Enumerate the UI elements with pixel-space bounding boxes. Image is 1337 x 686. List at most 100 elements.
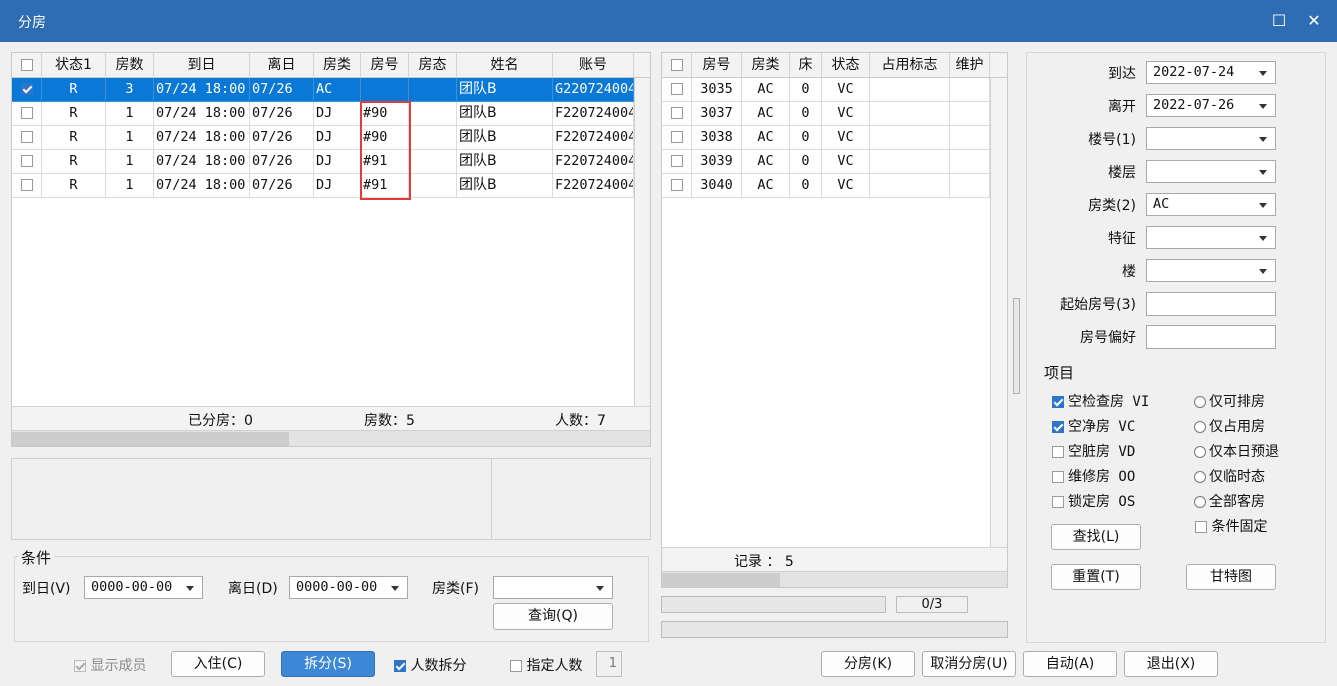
- header-type[interactable]: 房类: [314, 53, 361, 78]
- header-room[interactable]: 房号: [692, 53, 742, 78]
- filter-tower-combo[interactable]: [1146, 259, 1276, 282]
- room-state-checkbox[interactable]: [1052, 446, 1064, 458]
- specify-persons-checkbox[interactable]: [510, 660, 522, 672]
- scroll-thumb[interactable]: [12, 432, 289, 446]
- auto-button[interactable]: 自动(A): [1023, 651, 1117, 677]
- header-depart[interactable]: 离日: [250, 53, 314, 78]
- cancel-assign-button[interactable]: 取消分房(U): [922, 651, 1016, 677]
- room-scope-option[interactable]: 仅临时态: [1194, 466, 1265, 486]
- room-state-option[interactable]: 空脏房 VD: [1052, 441, 1135, 461]
- exit-button[interactable]: 退出(X): [1124, 651, 1218, 677]
- room-state-checkbox[interactable]: [1052, 396, 1064, 408]
- group-reservation-grid[interactable]: 状态1 房数 到日 离日 房类 房号 房态 姓名 账号 R 3 07/24 18:0…: [11, 52, 651, 447]
- split-by-persons-checkbox[interactable]: [394, 660, 406, 672]
- filter-arrive-combo[interactable]: 2022-07-24: [1146, 61, 1276, 84]
- checkin-button[interactable]: 入住(C): [171, 651, 265, 677]
- reset-button[interactable]: 重置(T): [1051, 564, 1141, 590]
- header-room[interactable]: 房号: [361, 53, 409, 78]
- gantt-button[interactable]: 甘特图: [1186, 564, 1276, 590]
- table-row[interactable]: R 1 07/24 18:00 07/26 DJ #90 团队B F220724004: [12, 102, 634, 126]
- header-select-all[interactable]: [12, 53, 42, 78]
- split-by-persons-option[interactable]: 人数拆分: [394, 655, 466, 675]
- filter-floor-combo[interactable]: [1146, 160, 1276, 183]
- row-checkbox[interactable]: [20, 83, 33, 95]
- horizontal-scrollbar[interactable]: [12, 430, 650, 446]
- show-members-checkbox[interactable]: [74, 660, 86, 672]
- radio-button[interactable]: [1194, 446, 1206, 458]
- room-state-option[interactable]: 锁定房 OS: [1052, 491, 1135, 511]
- cond-depart-combo[interactable]: 0000-00-00: [289, 576, 408, 599]
- radio-button[interactable]: [1194, 396, 1206, 408]
- table-row[interactable]: 3037 AC 0 VC: [662, 102, 990, 126]
- room-state-checkbox[interactable]: [1052, 471, 1064, 483]
- cell-select[interactable]: [12, 150, 42, 174]
- header-state[interactable]: 状态: [822, 53, 870, 78]
- fixed-condition-checkbox[interactable]: [1195, 521, 1207, 533]
- header-select-all[interactable]: [662, 53, 692, 78]
- table-row[interactable]: R 1 07/24 18:00 07/26 DJ #91 团队B F220724004: [12, 150, 634, 174]
- radio-button[interactable]: [1194, 421, 1206, 433]
- cell-select[interactable]: [12, 78, 42, 102]
- split-button[interactable]: 拆分(S): [281, 651, 375, 677]
- header-account[interactable]: 账号: [553, 53, 634, 78]
- select-all-checkbox[interactable]: [670, 59, 683, 71]
- persons-input[interactable]: 1: [596, 651, 622, 677]
- horizontal-scrollbar[interactable]: [662, 571, 1007, 587]
- filter-room-pref-input[interactable]: [1146, 325, 1276, 349]
- cell-select[interactable]: [12, 174, 42, 198]
- table-row[interactable]: R 3 07/24 18:00 07/26 AC 团队B G220724004: [12, 78, 634, 102]
- vertical-scrollbar[interactable]: [990, 78, 1007, 548]
- scroll-thumb[interactable]: [662, 573, 780, 587]
- header-arrive[interactable]: 到日: [154, 53, 250, 78]
- table-row[interactable]: 3035 AC 0 VC: [662, 78, 990, 102]
- filter-start-room-input[interactable]: [1146, 292, 1276, 316]
- row-checkbox[interactable]: [670, 83, 683, 95]
- radio-button[interactable]: [1194, 471, 1206, 483]
- cell-select[interactable]: [12, 102, 42, 126]
- room-scope-option[interactable]: 仅本日预退: [1194, 441, 1279, 461]
- header-occupy-flag[interactable]: 占用标志: [870, 53, 950, 78]
- table-row[interactable]: 3040 AC 0 VC: [662, 174, 990, 198]
- header-count[interactable]: 房数: [106, 53, 154, 78]
- header-status[interactable]: 状态1: [42, 53, 106, 78]
- cell-empty[interactable]: [662, 126, 692, 150]
- show-members-option[interactable]: 显示成员: [74, 655, 146, 675]
- room-scope-option[interactable]: 仅占用房: [1194, 416, 1265, 436]
- filter-building-combo[interactable]: [1146, 127, 1276, 150]
- close-button[interactable]: ✕: [1301, 8, 1327, 34]
- cond-type-combo[interactable]: [493, 576, 613, 599]
- table-row[interactable]: 3039 AC 0 VC: [662, 150, 990, 174]
- find-button[interactable]: 查找(L): [1051, 524, 1141, 550]
- filter-feature-combo[interactable]: [1146, 226, 1276, 249]
- maximize-button[interactable]: ☐: [1266, 8, 1292, 34]
- row-checkbox[interactable]: [670, 155, 683, 167]
- header-maintenance[interactable]: 维护: [950, 53, 990, 78]
- room-scope-option[interactable]: 全部客房: [1194, 491, 1265, 511]
- table-row[interactable]: R 1 07/24 18:00 07/26 DJ #90 团队B F220724004: [12, 126, 634, 150]
- row-checkbox[interactable]: [670, 179, 683, 191]
- row-checkbox[interactable]: [670, 107, 683, 119]
- query-button[interactable]: 查询(Q): [493, 603, 613, 630]
- header-type[interactable]: 房类: [742, 53, 790, 78]
- specify-persons-option[interactable]: 指定人数: [510, 655, 582, 675]
- cell-empty[interactable]: [662, 78, 692, 102]
- filter-room-type-combo[interactable]: AC: [1146, 193, 1276, 216]
- cell-select[interactable]: [12, 126, 42, 150]
- room-state-option[interactable]: 空净房 VC: [1052, 416, 1135, 436]
- header-bed[interactable]: 床: [790, 53, 822, 78]
- splitter-handle[interactable]: [1013, 298, 1020, 394]
- header-name[interactable]: 姓名: [457, 53, 553, 78]
- room-state-checkbox[interactable]: [1052, 421, 1064, 433]
- cell-empty[interactable]: [662, 174, 692, 198]
- fixed-condition-option[interactable]: 条件固定: [1195, 516, 1267, 536]
- row-checkbox[interactable]: [20, 107, 33, 119]
- table-row[interactable]: R 1 07/24 18:00 07/26 DJ #91 团队B F220724004: [12, 174, 634, 198]
- header-room-state[interactable]: 房态: [409, 53, 457, 78]
- radio-button[interactable]: [1194, 496, 1206, 508]
- room-state-option[interactable]: 空检查房 VI: [1052, 391, 1149, 411]
- assign-button[interactable]: 分房(K): [821, 651, 915, 677]
- select-all-checkbox[interactable]: [20, 59, 33, 71]
- room-scope-option[interactable]: 仅可排房: [1194, 391, 1265, 411]
- row-checkbox[interactable]: [20, 155, 33, 167]
- vertical-scrollbar[interactable]: [634, 78, 650, 408]
